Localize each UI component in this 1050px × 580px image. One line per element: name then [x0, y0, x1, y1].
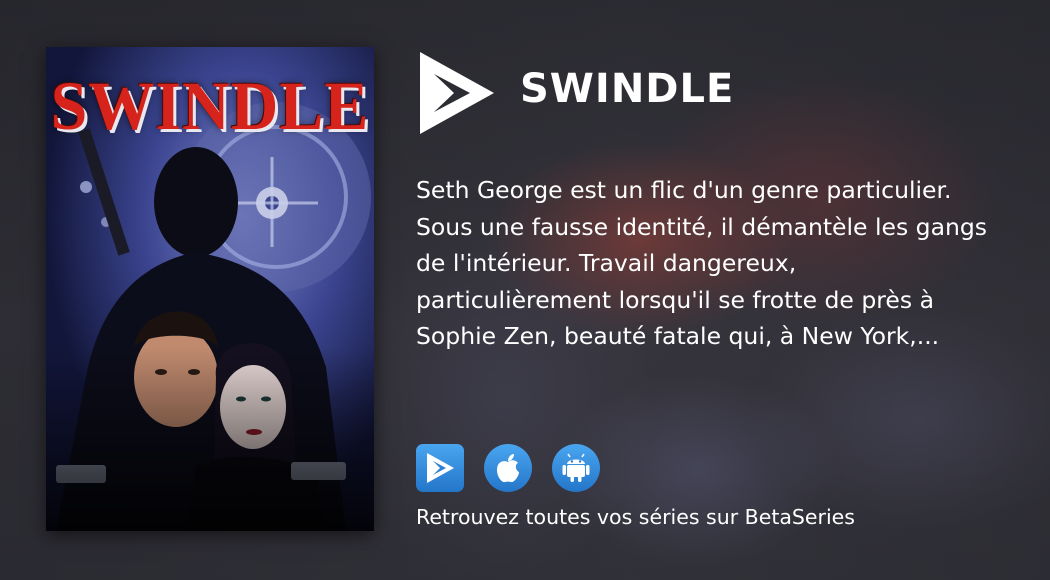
android-icon — [562, 453, 590, 482]
betaseries-app-button[interactable] — [416, 444, 464, 492]
series-synopsis: Seth George est un flic d'un genre parti… — [416, 176, 988, 350]
betaseries-icon — [427, 453, 454, 483]
series-poster[interactable]: SWINDLE — [46, 47, 374, 531]
betaseries-play-logo-icon — [420, 52, 494, 134]
share-card: SWINDLE SWINDLE Seth George est un flic … — [0, 0, 1050, 580]
app-store-links — [416, 444, 600, 492]
apple-app-button[interactable] — [484, 444, 532, 492]
series-title: SWINDLE — [520, 66, 735, 112]
footer-tagline: Retrouvez toutes vos séries sur BetaSeri… — [416, 505, 855, 529]
poster-title-text: SWINDLE — [50, 68, 370, 145]
apple-icon — [497, 454, 519, 483]
android-app-button[interactable] — [552, 444, 600, 492]
